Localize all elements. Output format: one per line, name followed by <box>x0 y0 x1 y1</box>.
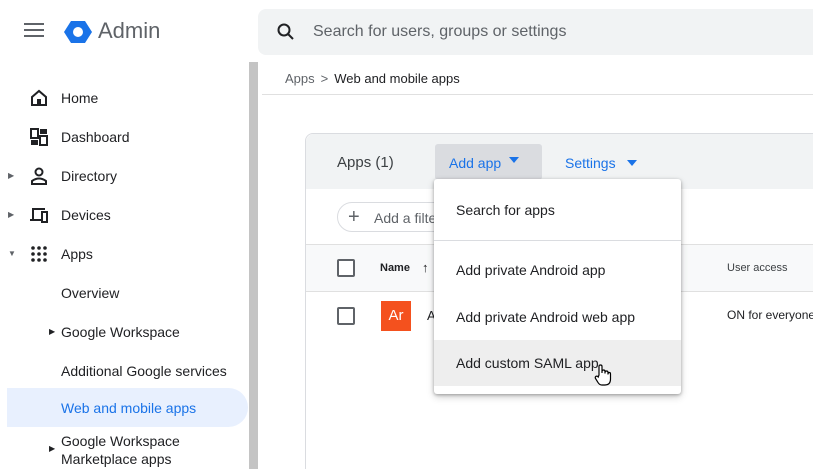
settings-button[interactable]: Settings <box>565 155 637 171</box>
menu-item-add-private-android-web-app[interactable]: Add private Android web app <box>434 294 681 340</box>
sidebar-item-web-and-mobile-apps[interactable]: Web and mobile apps <box>7 388 248 427</box>
sidebar-item-label: Additional Google services <box>61 362 227 379</box>
admin-console: Admin Home Dashboard ▶ <box>0 0 813 469</box>
sidebar-item-label: Apps <box>61 245 93 262</box>
sidebar-item-label: Web and mobile apps <box>61 399 197 416</box>
sidebar-item-directory[interactable]: ▶ Directory <box>0 156 248 195</box>
sidebar-item-label: Directory <box>61 167 118 184</box>
apps-count-label: Apps (1) <box>337 154 394 171</box>
sidebar-nav: Home Dashboard ▶ Directory ▶ Devices ▼ A… <box>0 60 258 469</box>
add-filter-label: Add a filter <box>374 210 441 226</box>
app-user-access: ON for everyone <box>727 308 813 322</box>
sidebar-item-label: Google Workspace Marketplace apps <box>61 433 180 467</box>
sidebar-item-marketplace-apps[interactable]: ▶ Google Workspace Marketplace apps <box>0 430 248 469</box>
breadcrumb-separator: > <box>320 71 329 86</box>
sidebar-item-dashboard[interactable]: Dashboard <box>0 117 248 156</box>
brand-title[interactable]: Admin <box>98 18 160 44</box>
sidebar-item-devices[interactable]: ▶ Devices <box>0 195 248 234</box>
search-bar[interactable] <box>258 9 813 55</box>
dashboard-icon <box>30 127 48 146</box>
add-app-button[interactable]: Add app <box>435 144 542 180</box>
sort-ascending-icon[interactable]: ↑ <box>422 260 429 275</box>
breadcrumb-current: Web and mobile apps <box>334 71 460 86</box>
sidebar-item-google-workspace[interactable]: ▶ Google Workspace <box>0 312 248 351</box>
devices-icon <box>30 207 48 223</box>
add-app-label: Add app <box>449 155 502 171</box>
dropdown-arrow-icon <box>509 157 519 163</box>
sidebar-item-label: Overview <box>61 284 120 301</box>
breadcrumb-divider <box>262 94 813 95</box>
column-header-name[interactable]: Name <box>380 262 410 274</box>
main-menu-icon[interactable] <box>24 23 44 41</box>
breadcrumb-apps-link[interactable]: Apps <box>285 71 315 86</box>
sidebar-item-label: Google Workspace <box>61 323 180 340</box>
sidebar-scrollbar[interactable] <box>249 62 258 469</box>
add-app-menu: Search for apps Add private Android app … <box>434 179 681 394</box>
search-icon[interactable] <box>276 22 296 42</box>
menu-item-label: Add private Android web app <box>456 309 636 325</box>
row-checkbox[interactable] <box>337 307 355 325</box>
dropdown-arrow-icon <box>627 160 637 166</box>
sidebar-item-label: Home <box>61 89 99 106</box>
expand-caret-icon[interactable]: ▶ <box>8 210 14 219</box>
expand-caret-icon[interactable]: ▶ <box>8 171 14 180</box>
column-header-user-access[interactable]: User access <box>727 262 788 274</box>
menu-item-add-private-android-app[interactable]: Add private Android app <box>434 247 681 293</box>
sidebar-item-apps[interactable]: ▼ Apps <box>0 234 248 273</box>
menu-item-add-custom-saml-app[interactable]: Add custom SAML app <box>434 340 681 386</box>
person-icon <box>31 167 47 185</box>
menu-item-label: Search for apps <box>456 202 555 218</box>
home-icon <box>31 89 47 106</box>
settings-label: Settings <box>565 155 616 171</box>
breadcrumb: Apps > Web and mobile apps <box>285 71 460 86</box>
search-input[interactable] <box>313 21 793 43</box>
admin-logo-icon[interactable] <box>63 17 93 47</box>
sidebar-item-label: Dashboard <box>61 128 130 145</box>
expand-caret-icon[interactable]: ▶ <box>49 444 55 453</box>
apps-grid-icon <box>31 245 47 262</box>
menu-item-search-for-apps[interactable]: Search for apps <box>434 187 681 233</box>
plus-icon: + <box>348 206 360 228</box>
menu-divider <box>434 240 681 241</box>
menu-item-label: Add custom SAML app <box>456 355 599 371</box>
expand-caret-icon[interactable]: ▶ <box>49 327 55 336</box>
sidebar-item-label: Devices <box>61 206 111 223</box>
app-avatar: Ar <box>381 301 411 331</box>
sidebar-item-overview[interactable]: Overview <box>0 273 248 312</box>
collapse-caret-icon[interactable]: ▼ <box>8 249 16 258</box>
sidebar-item-home[interactable]: Home <box>0 78 248 117</box>
hand-pointer-icon <box>594 364 612 386</box>
select-all-checkbox[interactable] <box>337 259 355 277</box>
menu-item-label: Add private Android app <box>456 262 606 278</box>
sidebar-item-additional-google-services[interactable]: Additional Google services <box>0 351 248 390</box>
